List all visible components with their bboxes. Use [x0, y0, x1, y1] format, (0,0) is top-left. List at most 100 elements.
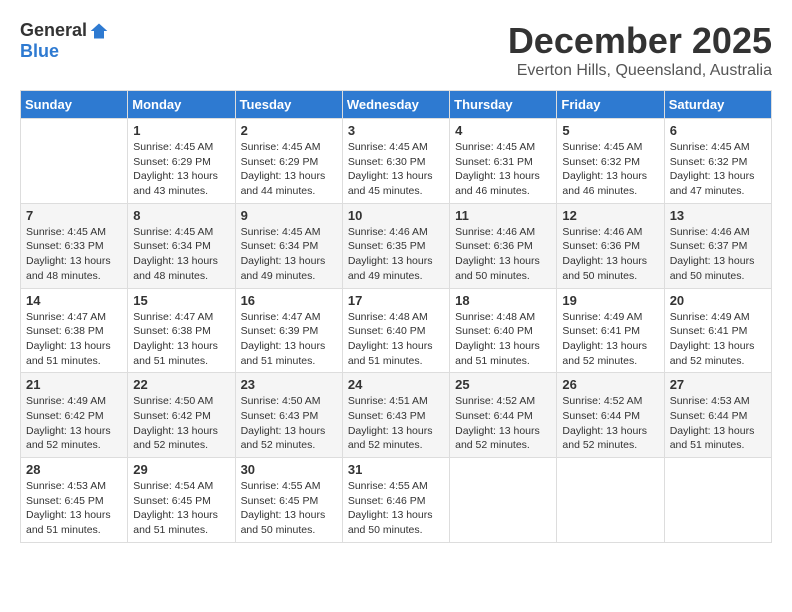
- day-info: Sunrise: 4:45 AMSunset: 6:29 PMDaylight:…: [241, 140, 337, 199]
- calendar-cell: 5Sunrise: 4:45 AMSunset: 6:32 PMDaylight…: [557, 119, 664, 204]
- day-number: 7: [26, 208, 122, 223]
- day-number: 10: [348, 208, 444, 223]
- calendar-cell: 21 Sunrise: 4:49 AMSunset: 6:42 PMDayligh…: [21, 373, 128, 458]
- day-info: Sunrise: 4:47 AMSunset: 6:39 PMDaylight:…: [241, 310, 337, 369]
- day-number: 9: [241, 208, 337, 223]
- day-number: 16: [241, 293, 337, 308]
- calendar-cell: 14 Sunrise: 4:47 AMSunset: 6:38 PMDayligh…: [21, 288, 128, 373]
- calendar-cell: 20 Sunrise: 4:49 AMSunset: 6:41 PMDayligh…: [664, 288, 771, 373]
- day-info: Sunrise: 4:55 AMSunset: 6:45 PMDaylight:…: [241, 479, 337, 538]
- day-number: 1: [133, 123, 229, 138]
- day-number: 12: [562, 208, 658, 223]
- logo-general-text: General: [20, 20, 87, 41]
- day-info: Sunrise: 4:46 AMSunset: 6:37 PMDaylight:…: [670, 225, 766, 284]
- day-info: Sunrise: 4:49 AMSunset: 6:41 PMDaylight:…: [670, 310, 766, 369]
- day-number: 6: [670, 123, 766, 138]
- calendar-cell: 7Sunrise: 4:45 AMSunset: 6:33 PMDaylight…: [21, 203, 128, 288]
- day-number: 20: [670, 293, 766, 308]
- day-info: Sunrise: 4:53 AMSunset: 6:44 PMDaylight:…: [670, 394, 766, 453]
- calendar-cell: [664, 458, 771, 543]
- day-info: Sunrise: 4:50 AMSunset: 6:43 PMDaylight:…: [241, 394, 337, 453]
- weekday-header-saturday: Saturday: [664, 91, 771, 119]
- calendar-cell: 11 Sunrise: 4:46 AMSunset: 6:36 PMDayligh…: [450, 203, 557, 288]
- day-number: 24: [348, 377, 444, 392]
- calendar-cell: 19Sunrise: 4:49 AMSunset: 6:41 PMDayligh…: [557, 288, 664, 373]
- calendar-cell: 3 Sunrise: 4:45 AMSunset: 6:30 PMDaylight…: [342, 119, 449, 204]
- calendar-cell: 17 Sunrise: 4:48 AMSunset: 6:40 PMDayligh…: [342, 288, 449, 373]
- location-title: Everton Hills, Queensland, Australia: [508, 62, 772, 80]
- calendar-cell: 30 Sunrise: 4:55 AMSunset: 6:45 PMDayligh…: [235, 458, 342, 543]
- day-info: Sunrise: 4:47 AMSunset: 6:38 PMDaylight:…: [133, 310, 229, 369]
- day-number: 11: [455, 208, 551, 223]
- day-number: 22: [133, 377, 229, 392]
- calendar-cell: 4 Sunrise: 4:45 AMSunset: 6:31 PMDaylight…: [450, 119, 557, 204]
- logo: General Blue: [20, 20, 109, 62]
- day-number: 29: [133, 462, 229, 477]
- calendar-cell: 2 Sunrise: 4:45 AMSunset: 6:29 PMDaylight…: [235, 119, 342, 204]
- day-info: Sunrise: 4:47 AMSunset: 6:38 PMDaylight:…: [26, 310, 122, 369]
- day-number: 8: [133, 208, 229, 223]
- weekday-header-tuesday: Tuesday: [235, 91, 342, 119]
- day-info: Sunrise: 4:48 AMSunset: 6:40 PMDaylight:…: [455, 310, 551, 369]
- weekday-header-sunday: Sunday: [21, 91, 128, 119]
- day-info: Sunrise: 4:49 AMSunset: 6:41 PMDaylight:…: [562, 310, 658, 369]
- day-info: Sunrise: 4:45 AMSunset: 6:31 PMDaylight:…: [455, 140, 551, 199]
- calendar-cell: 28 Sunrise: 4:53 AMSunset: 6:45 PMDayligh…: [21, 458, 128, 543]
- day-info: Sunrise: 4:49 AMSunset: 6:42 PMDaylight:…: [26, 394, 122, 453]
- day-info: Sunrise: 4:46 AMSunset: 6:36 PMDaylight:…: [455, 225, 551, 284]
- day-number: 26: [562, 377, 658, 392]
- day-info: Sunrise: 4:45 AMSunset: 6:29 PMDaylight:…: [133, 140, 229, 199]
- day-number: 2: [241, 123, 337, 138]
- day-info: Sunrise: 4:45 AMSunset: 6:32 PMDaylight:…: [670, 140, 766, 199]
- day-info: Sunrise: 4:46 AMSunset: 6:35 PMDaylight:…: [348, 225, 444, 284]
- calendar-cell: 15 Sunrise: 4:47 AMSunset: 6:38 PMDayligh…: [128, 288, 235, 373]
- day-number: 18: [455, 293, 551, 308]
- weekday-header-thursday: Thursday: [450, 91, 557, 119]
- day-info: Sunrise: 4:50 AMSunset: 6:42 PMDaylight:…: [133, 394, 229, 453]
- calendar-cell: 12Sunrise: 4:46 AMSunset: 6:36 PMDayligh…: [557, 203, 664, 288]
- day-info: Sunrise: 4:45 AMSunset: 6:34 PMDaylight:…: [241, 225, 337, 284]
- weekday-header-monday: Monday: [128, 91, 235, 119]
- calendar-cell: 1 Sunrise: 4:45 AMSunset: 6:29 PMDaylight…: [128, 119, 235, 204]
- calendar-cell: 29 Sunrise: 4:54 AMSunset: 6:45 PMDayligh…: [128, 458, 235, 543]
- calendar-cell: [21, 119, 128, 204]
- day-info: Sunrise: 4:53 AMSunset: 6:45 PMDaylight:…: [26, 479, 122, 538]
- day-number: 15: [133, 293, 229, 308]
- weekday-header-friday: Friday: [557, 91, 664, 119]
- weekday-header-wednesday: Wednesday: [342, 91, 449, 119]
- day-info: Sunrise: 4:51 AMSunset: 6:43 PMDaylight:…: [348, 394, 444, 453]
- day-number: 13: [670, 208, 766, 223]
- day-number: 14: [26, 293, 122, 308]
- calendar-cell: 16 Sunrise: 4:47 AMSunset: 6:39 PMDayligh…: [235, 288, 342, 373]
- calendar-cell: [450, 458, 557, 543]
- calendar-cell: [557, 458, 664, 543]
- logo-icon: [89, 21, 109, 41]
- day-number: 4: [455, 123, 551, 138]
- day-info: Sunrise: 4:45 AMSunset: 6:30 PMDaylight:…: [348, 140, 444, 199]
- calendar-cell: 10 Sunrise: 4:46 AMSunset: 6:35 PMDayligh…: [342, 203, 449, 288]
- calendar-cell: 25Sunrise: 4:52 AMSunset: 6:44 PMDayligh…: [450, 373, 557, 458]
- calendar-cell: 9 Sunrise: 4:45 AMSunset: 6:34 PMDaylight…: [235, 203, 342, 288]
- day-info: Sunrise: 4:52 AMSunset: 6:44 PMDaylight:…: [562, 394, 658, 453]
- calendar-cell: 8 Sunrise: 4:45 AMSunset: 6:34 PMDaylight…: [128, 203, 235, 288]
- calendar-cell: 23Sunrise: 4:50 AMSunset: 6:43 PMDayligh…: [235, 373, 342, 458]
- day-info: Sunrise: 4:52 AMSunset: 6:44 PMDaylight:…: [455, 394, 551, 453]
- day-number: 5: [562, 123, 658, 138]
- calendar: SundayMondayTuesdayWednesdayThursdayFrid…: [20, 90, 772, 543]
- title-area: December 2025 Everton Hills, Queensland,…: [508, 20, 772, 80]
- day-info: Sunrise: 4:54 AMSunset: 6:45 PMDaylight:…: [133, 479, 229, 538]
- day-number: 28: [26, 462, 122, 477]
- day-info: Sunrise: 4:48 AMSunset: 6:40 PMDaylight:…: [348, 310, 444, 369]
- day-info: Sunrise: 4:55 AMSunset: 6:46 PMDaylight:…: [348, 479, 444, 538]
- day-number: 30: [241, 462, 337, 477]
- day-number: 3: [348, 123, 444, 138]
- day-number: 17: [348, 293, 444, 308]
- calendar-cell: 27Sunrise: 4:53 AMSunset: 6:44 PMDayligh…: [664, 373, 771, 458]
- calendar-cell: 13 Sunrise: 4:46 AMSunset: 6:37 PMDayligh…: [664, 203, 771, 288]
- logo-blue-text: Blue: [20, 41, 59, 62]
- day-number: 31: [348, 462, 444, 477]
- header: General Blue December 2025 Everton Hills…: [20, 20, 772, 80]
- day-info: Sunrise: 4:45 AMSunset: 6:34 PMDaylight:…: [133, 225, 229, 284]
- calendar-cell: 24 Sunrise: 4:51 AMSunset: 6:43 PMDayligh…: [342, 373, 449, 458]
- day-number: 21: [26, 377, 122, 392]
